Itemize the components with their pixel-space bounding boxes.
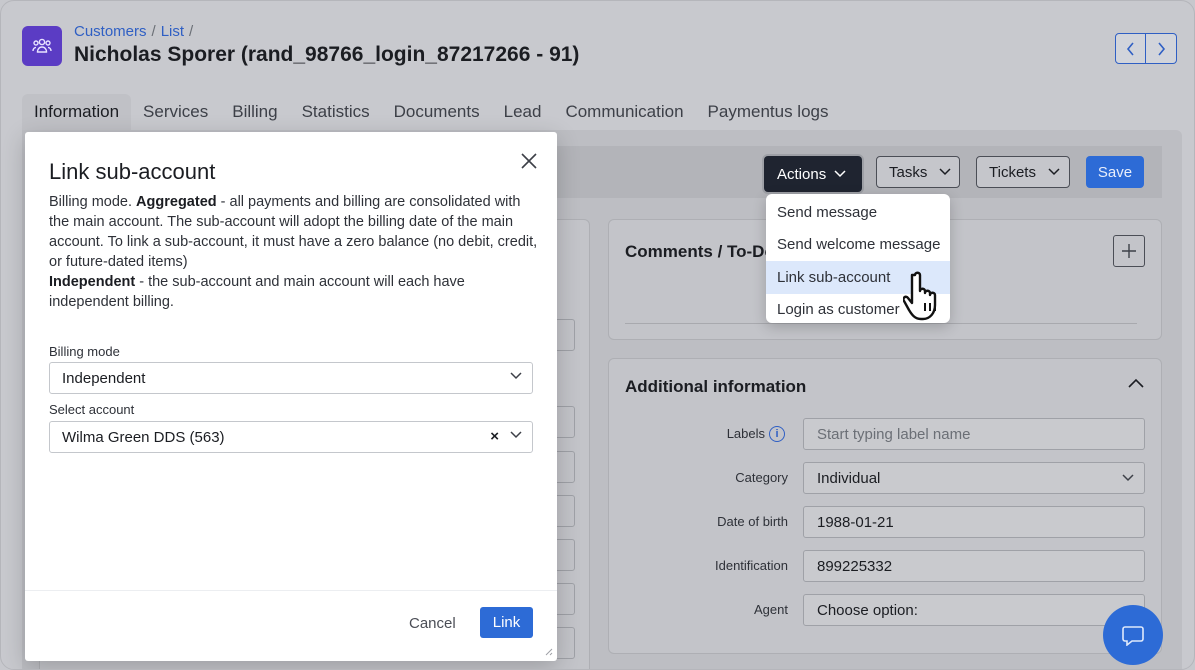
tab-paymentus-logs[interactable]: Paymentus logs — [696, 94, 841, 130]
dob-input[interactable]: 1988-01-21 — [803, 506, 1145, 538]
chevron-up-icon[interactable] — [1128, 378, 1144, 388]
dob-label: Date of birth — [717, 514, 788, 529]
select-account-label: Select account — [49, 402, 135, 417]
save-button[interactable]: Save — [1086, 156, 1144, 188]
menu-item-send-welcome-message[interactable]: Send welcome message — [766, 229, 950, 262]
desc-independent: Independent — [49, 274, 136, 290]
chevron-down-icon — [510, 372, 522, 380]
identification-label: Identification — [715, 558, 788, 573]
plus-icon — [1122, 244, 1136, 258]
actions-label: Actions — [777, 165, 827, 183]
chevron-left-icon — [1126, 41, 1134, 56]
billing-mode-label: Billing mode — [49, 344, 120, 359]
menu-item-send-message[interactable]: Send message — [766, 196, 950, 229]
resize-grip-icon[interactable] — [543, 646, 553, 656]
chevron-down-icon — [1122, 474, 1134, 482]
record-navigation — [1115, 33, 1177, 64]
link-sub-account-modal: Link sub-account Billing mode. Aggregate… — [25, 132, 557, 661]
labels-label: Labels — [726, 426, 765, 441]
hand-cursor-icon — [903, 271, 937, 321]
chat-icon — [1122, 626, 1144, 646]
desc-text: Billing mode. — [49, 194, 137, 210]
select-account-value: Wilma Green DDS (563) — [62, 428, 225, 446]
tickets-button[interactable]: Tickets — [976, 156, 1070, 188]
breadcrumb-separator: / — [151, 23, 156, 40]
breadcrumb: Customers / List / — [74, 23, 198, 40]
agent-select[interactable]: Choose option: — [803, 594, 1145, 626]
breadcrumb-customers[interactable]: Customers — [74, 23, 147, 40]
breadcrumb-separator: / — [189, 23, 194, 40]
chevron-right-icon — [1158, 41, 1166, 56]
modal-title: Link sub-account — [49, 159, 216, 184]
chat-button[interactable] — [1103, 605, 1163, 665]
tab-lead[interactable]: Lead — [492, 94, 554, 130]
users-icon — [22, 26, 62, 66]
add-comment-button[interactable] — [1113, 235, 1145, 267]
tab-information[interactable]: Information — [22, 94, 132, 130]
next-button[interactable] — [1146, 33, 1177, 64]
actions-button[interactable]: Actions — [764, 156, 862, 192]
category-label: Category — [735, 470, 788, 485]
tab-bar: Information Services Billing Statistics … — [22, 94, 841, 130]
tab-communication[interactable]: Communication — [553, 94, 695, 130]
close-icon[interactable] — [520, 152, 538, 170]
tab-services[interactable]: Services — [131, 94, 220, 130]
info-icon[interactable]: i — [769, 426, 785, 442]
tickets-label: Tickets — [989, 163, 1036, 181]
chevron-down-icon — [1048, 168, 1060, 176]
category-select[interactable]: Individual — [803, 462, 1145, 494]
tab-statistics[interactable]: Statistics — [290, 94, 382, 130]
comments-title: Comments / To-Do — [625, 242, 775, 261]
chevron-down-icon — [834, 170, 846, 178]
chevron-down-icon — [939, 168, 951, 176]
link-button[interactable]: Link — [480, 607, 533, 638]
breadcrumb-list[interactable]: List — [161, 23, 184, 40]
tasks-button[interactable]: Tasks — [876, 156, 960, 188]
modal-footer-divider — [25, 590, 557, 591]
tab-billing[interactable]: Billing — [220, 94, 289, 130]
page-title: Nicholas Sporer (rand_98766_login_872172… — [74, 43, 580, 66]
app-window: Customers / List / Nicholas Sporer (rand_98… — [0, 0, 1195, 670]
labels-input[interactable]: Start typing label name — [803, 418, 1145, 450]
identification-input[interactable]: 899225332 — [803, 550, 1145, 582]
billing-mode-value: Independent — [62, 369, 146, 387]
cancel-button[interactable]: Cancel — [409, 615, 456, 632]
agent-label: Agent — [754, 602, 788, 617]
tab-documents[interactable]: Documents — [382, 94, 492, 130]
billing-mode-select[interactable]: Independent — [49, 362, 533, 394]
additional-info-title: Additional information — [625, 377, 807, 396]
chevron-down-icon — [510, 431, 522, 439]
category-value: Individual — [817, 469, 881, 487]
previous-button[interactable] — [1115, 33, 1146, 64]
modal-description: Billing mode. Aggregated - all payments … — [49, 192, 539, 312]
tasks-label: Tasks — [889, 163, 928, 181]
select-account-select[interactable]: Wilma Green DDS (563) × — [49, 421, 533, 453]
clear-icon[interactable]: × — [490, 428, 499, 445]
desc-aggregated: Aggregated — [136, 194, 217, 210]
